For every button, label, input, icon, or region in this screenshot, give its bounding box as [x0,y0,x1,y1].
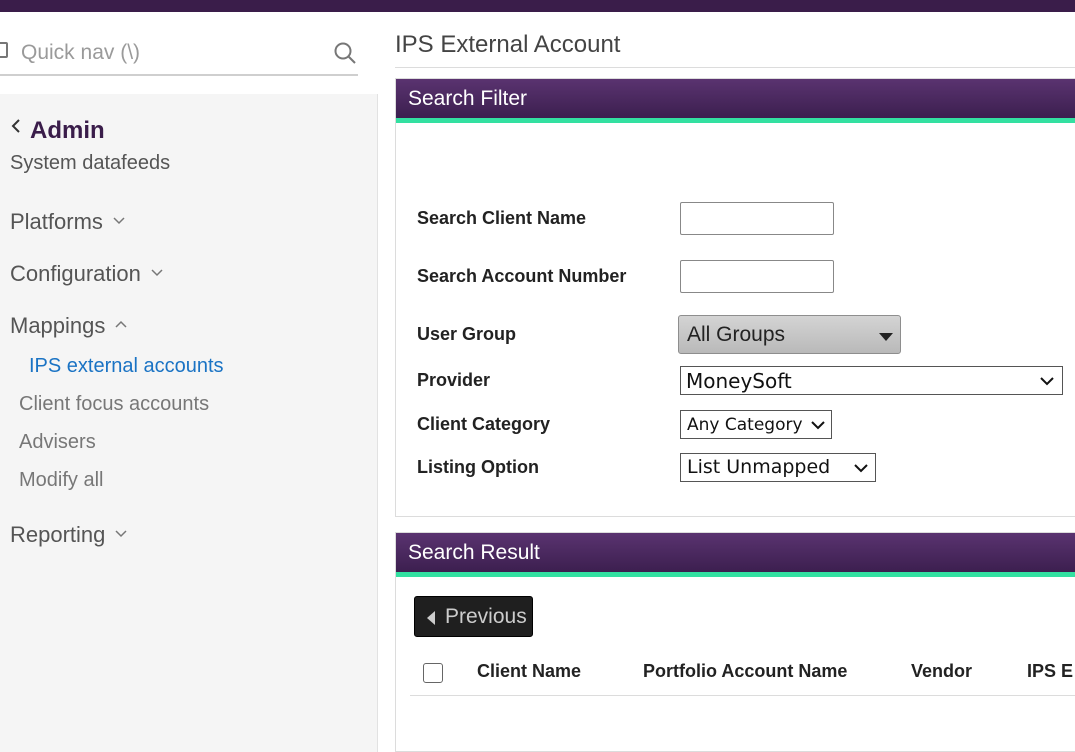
sidebar-item-advisers[interactable]: Advisers [19,431,96,454]
listing-option-value: List Unmapped [687,456,831,478]
table-header-divider [410,695,1075,696]
chevron-down-icon [811,421,825,430]
sidebar-section-label: Mappings [10,313,106,338]
client-category-label: Client Category [417,414,551,434]
page-title: IPS External Account [395,31,621,58]
client-category-value: Any Category [687,415,803,435]
sidebar-item-ips-external-accounts[interactable]: IPS external accounts [29,355,224,378]
chevron-down-icon [854,464,868,473]
user-group-value: All Groups [687,323,786,346]
quick-nav-input[interactable]: Quick nav (\) [21,41,140,65]
chevron-up-icon [115,320,127,328]
client-category-select[interactable]: Any Category [680,410,832,439]
column-header-vendor[interactable]: Vendor [911,661,972,682]
sidebar-section-configuration[interactable]: Configuration [10,261,163,287]
quick-nav: Quick nav (\) [0,12,378,94]
account-number-label: Search Account Number [417,266,627,286]
sidebar-section-label: Platforms [10,209,103,234]
sidebar-subtitle: System datafeeds [10,152,171,174]
search-filter-panel: Search Filter Search Client Name Search … [395,78,1075,517]
column-header-ips-external[interactable]: IPS E [1027,661,1073,682]
sidebar-item-client-focus-accounts[interactable]: Client focus accounts [19,393,209,416]
search-icon[interactable] [333,41,357,65]
document-icon [0,42,8,58]
search-filter-heading: Search Filter [396,79,1075,123]
account-number-input[interactable] [680,260,834,293]
top-bar [0,0,1075,12]
chevron-down-icon [113,217,125,225]
chevron-down-icon [1040,377,1054,386]
sidebar-section-label: Configuration [10,261,141,286]
column-header-client-name[interactable]: Client Name [477,661,581,682]
quick-nav-underline [0,74,358,76]
search-result-panel: Search Result Previous Client Name Portf… [395,532,1075,752]
user-group-label: User Group [417,324,517,344]
sidebar-section-label: Reporting [10,522,106,547]
client-name-input[interactable] [680,202,834,235]
sidebar-section-platforms[interactable]: Platforms [10,209,125,235]
main-content: IPS External Account Search Filter Searc… [379,12,1075,752]
previous-button-label: Previous [445,605,527,628]
select-all-checkbox[interactable] [423,663,443,683]
chevron-down-icon [115,530,127,538]
caret-left-icon [427,611,435,625]
chevron-left-icon[interactable] [10,116,24,136]
provider-select[interactable]: MoneySoft [680,366,1063,395]
sidebar: Quick nav (\) Admin System datafeeds Pla… [0,12,378,752]
sidebar-item-modify-all[interactable]: Modify all [19,469,103,492]
sidebar-back-title[interactable]: Admin [30,117,105,145]
sidebar-section-mappings[interactable]: Mappings [10,313,127,339]
listing-option-label: Listing Option [417,457,539,477]
previous-button[interactable]: Previous [414,596,533,637]
divider [395,67,1075,68]
column-header-portfolio-account-name[interactable]: Portfolio Account Name [643,661,847,682]
search-result-heading: Search Result [396,533,1075,577]
user-group-dropdown[interactable]: All Groups [678,315,901,354]
client-name-label: Search Client Name [417,208,587,228]
listing-option-select[interactable]: List Unmapped [680,453,876,482]
caret-down-icon [879,333,893,341]
chevron-down-icon [151,269,163,277]
provider-value: MoneySoft [686,369,792,393]
sidebar-section-reporting[interactable]: Reporting [10,522,127,548]
provider-label: Provider [417,370,491,390]
